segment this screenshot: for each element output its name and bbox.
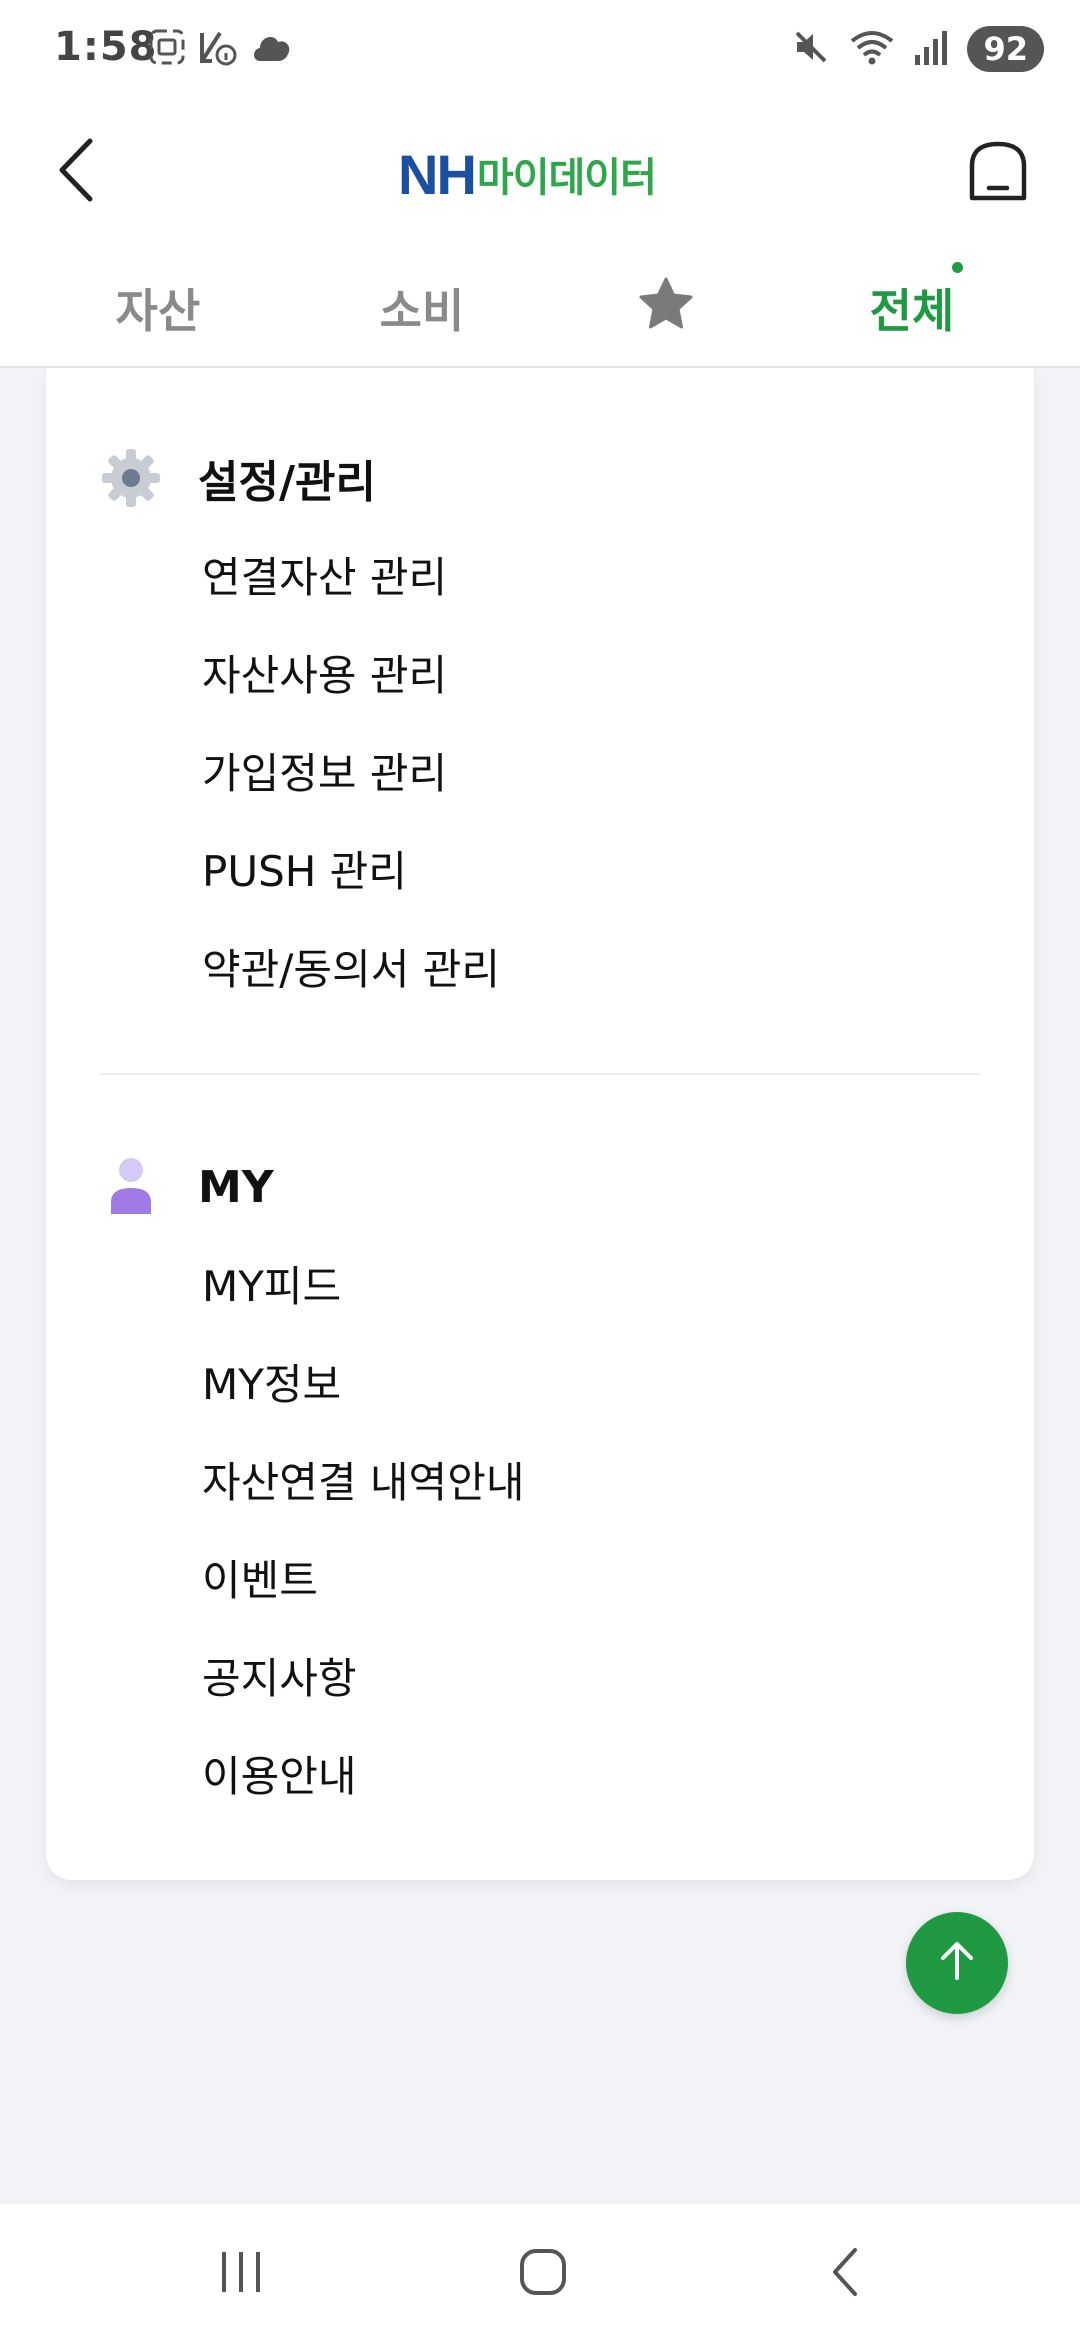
menu-item-push[interactable]: PUSH 관리 xyxy=(202,842,407,902)
circle-home-icon xyxy=(517,2246,569,2302)
menu-item-my-info[interactable]: MY정보 xyxy=(202,1355,341,1415)
system-home-button[interactable] xyxy=(498,2234,588,2314)
home-icon xyxy=(967,140,1029,208)
wifi-icon xyxy=(849,27,895,71)
section-my-title: MY xyxy=(198,1161,274,1213)
section-my-header: MY xyxy=(98,1154,274,1220)
person-icon xyxy=(98,1154,164,1220)
cloud-icon xyxy=(250,27,294,71)
menu-item-guide[interactable]: 이용안내 xyxy=(202,1747,357,1807)
recent-apps-icon xyxy=(216,2248,266,2300)
tab-bar: 자산 소비 전체 xyxy=(0,250,1080,368)
arrow-up-icon xyxy=(934,1938,980,1988)
gear-icon xyxy=(98,445,164,511)
status-left-icons xyxy=(148,26,294,72)
status-right-icons: 92 xyxy=(791,26,1044,72)
section-divider xyxy=(100,1073,980,1075)
tab-favorites[interactable] xyxy=(630,268,702,348)
mute-icon xyxy=(791,27,831,71)
battery-indicator: 92 xyxy=(967,26,1044,72)
menu-item-event[interactable]: 이벤트 xyxy=(202,1551,318,1611)
scroll-top-button[interactable] xyxy=(906,1912,1008,2014)
home-button[interactable] xyxy=(956,126,1040,222)
star-icon xyxy=(638,276,694,341)
logo-text: 마이데이터 xyxy=(476,155,657,201)
no-signal-info-icon xyxy=(198,27,238,71)
menu-item-terms-consent[interactable]: 약관/동의서 관리 xyxy=(202,940,500,1000)
chevron-left-icon xyxy=(54,135,98,209)
nav-back-icon xyxy=(825,2246,865,2302)
recent-apps-button[interactable] xyxy=(196,2234,286,2314)
menu-item-notice[interactable]: 공지사항 xyxy=(202,1649,357,1709)
app-header: NH 마이데이터 xyxy=(0,100,1080,250)
tab-all-new-dot xyxy=(952,262,963,273)
app-logo: NH 마이데이터 xyxy=(398,134,683,214)
section-settings-header: 설정/관리 xyxy=(98,445,376,511)
back-button[interactable] xyxy=(36,122,116,222)
tab-spending[interactable]: 소비 xyxy=(372,268,472,348)
section-settings-title: 설정/관리 xyxy=(198,457,376,508)
menu-item-subscription-info[interactable]: 가입정보 관리 xyxy=(202,744,447,804)
menu-card: 설정/관리 연결자산 관리 자산사용 관리 가입정보 관리 PUSH 관리 약관… xyxy=(46,368,1034,1880)
system-back-button[interactable] xyxy=(800,2234,890,2314)
screenshot-icon xyxy=(148,28,186,70)
menu-item-asset-link-history[interactable]: 자산연결 내역안내 xyxy=(202,1453,524,1513)
status-time: 1:58 xyxy=(54,24,158,70)
menu-item-linked-assets[interactable]: 연결자산 관리 xyxy=(202,548,447,608)
signal-icon xyxy=(913,27,949,71)
system-nav-bar xyxy=(0,2204,1080,2340)
menu-item-my-feed[interactable]: MY피드 xyxy=(202,1257,341,1317)
tab-asset[interactable]: 자산 xyxy=(108,268,208,348)
logo-nh: NH xyxy=(398,142,477,206)
menu-item-asset-usage[interactable]: 자산사용 관리 xyxy=(202,646,447,706)
status-bar: 1:58 92 xyxy=(0,0,1080,100)
tab-all[interactable]: 전체 xyxy=(862,268,962,348)
